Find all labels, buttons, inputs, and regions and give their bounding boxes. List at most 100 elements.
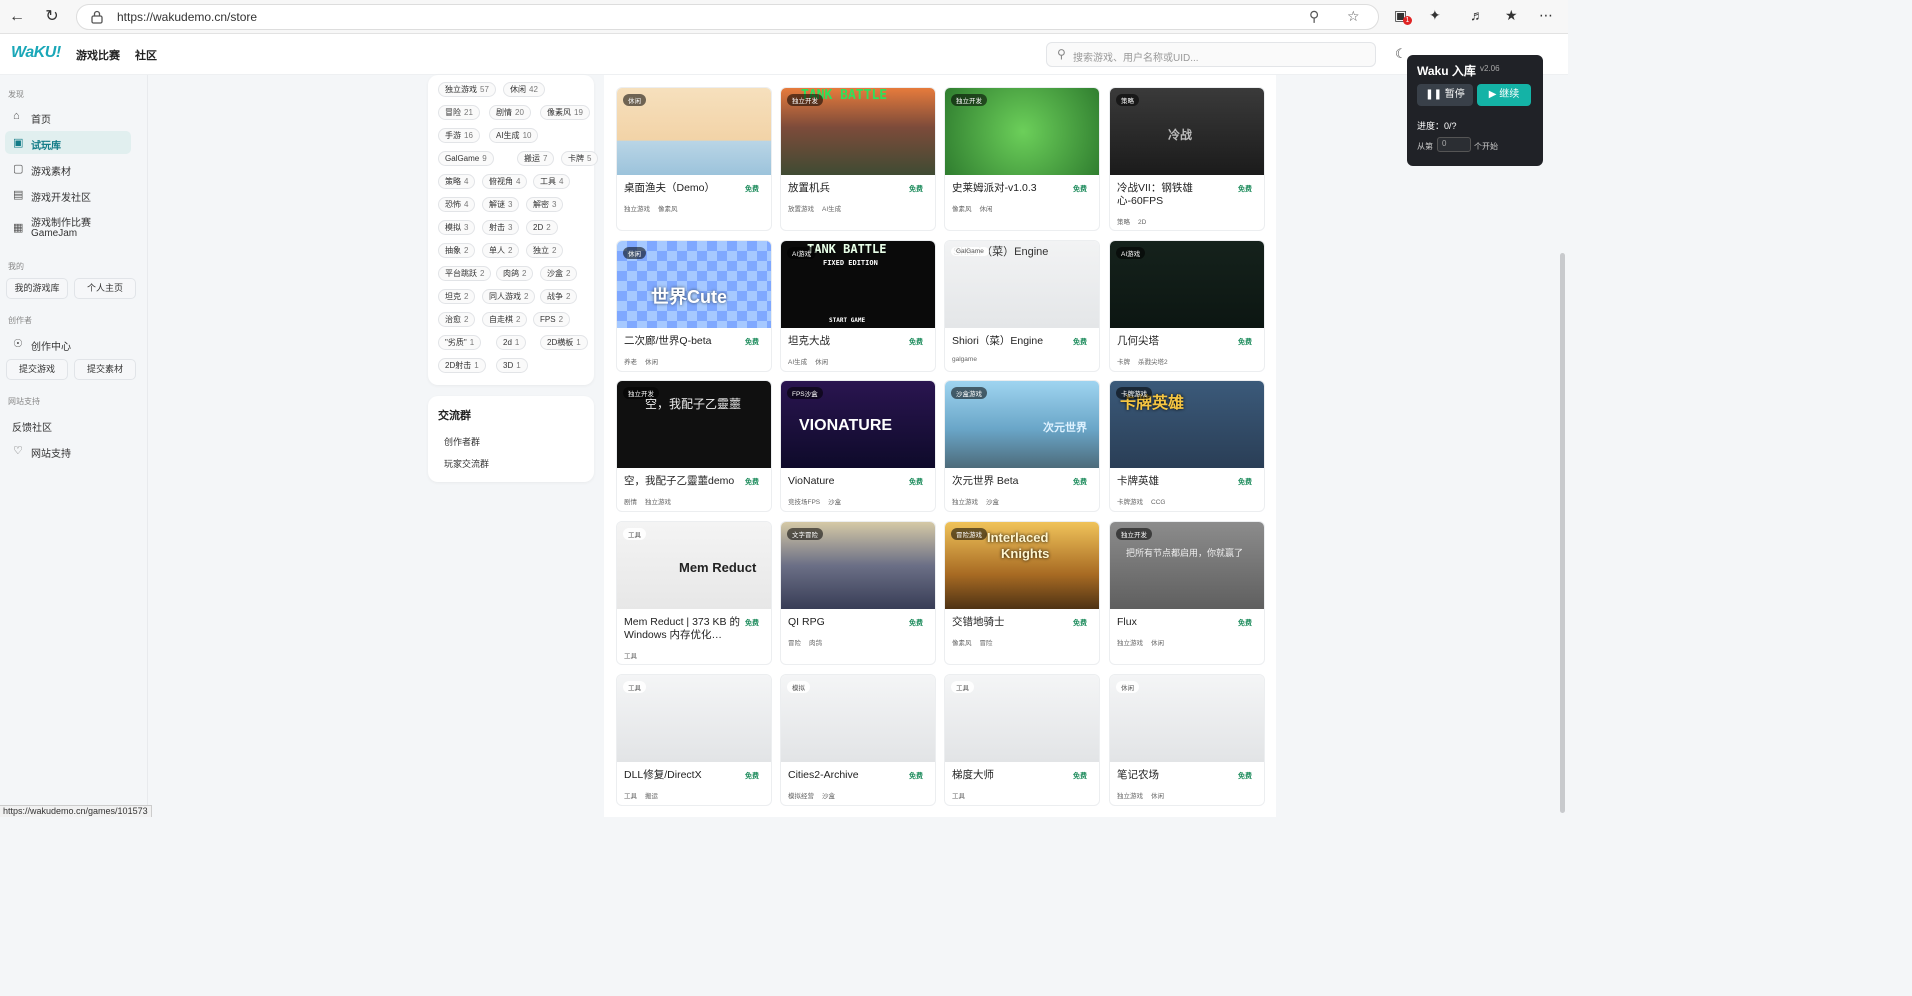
game-thumbnail[interactable]: Shiori（菜）Engine GalGame [945,241,1099,328]
search-input[interactable]: ⚲ 搜索游戏、用户名称或UID... [1046,42,1376,67]
tag-filter[interactable]: 单人 2 [482,243,520,258]
puzzle-extension-icon[interactable]: ✦ [1429,7,1441,24]
creator-group-link[interactable]: 创作者群 [444,435,480,448]
game-title[interactable]: 桌面渔夫（Demo） [624,182,742,195]
game-card[interactable]: TANK BATTLE 独立开发 放置机兵 免费 放置游戏 AI生成 [780,87,936,231]
game-card[interactable]: TANK BATTLE FIXED EDITION START GAME AI游戏坦克… [780,240,936,372]
game-thumbnail[interactable]: 模拟 [781,675,935,762]
tag-filter[interactable]: 手游 16 [438,128,480,143]
game-card[interactable]: Mem Reduct 工具 Mem Reduct | 373 KB 的 Window… [616,521,772,665]
game-tag[interactable]: 剧情 [624,499,637,506]
game-title[interactable]: Cities2-Archive [788,769,906,782]
tag-filter[interactable]: 休闲 42 [503,82,545,97]
resume-button[interactable]: ▶ 继续 [1477,84,1531,106]
game-thumbnail[interactable]: 次元世界 沙盒游戏 [945,381,1099,468]
sidebar-item-creator-center[interactable]: ☉ 创作中心 [5,332,131,355]
game-title[interactable]: DLL修复/DirectX [624,769,742,782]
tag-filter[interactable]: 2D 2 [526,220,558,235]
tag-filter[interactable]: 恐怖 4 [438,197,476,212]
game-card[interactable]: 工具 梯度大师 免费 工具 [944,674,1100,806]
tag-filter[interactable]: 射击 3 [482,220,520,235]
game-tag[interactable]: 沙盒 [828,499,841,506]
game-tag[interactable]: 休闲 [1151,640,1164,647]
game-tag[interactable]: 卡牌游戏 [1117,499,1143,506]
game-card[interactable]: 独立开发 史莱姆派对-v1.0.3 免费 像素风 休闲 [944,87,1100,231]
game-tag[interactable]: 竞技场FPS [788,499,820,506]
game-tag[interactable]: 沙盒 [986,499,999,506]
game-title[interactable]: 次元世界 Beta [952,475,1070,488]
game-card[interactable]: 休闲 笔记农场 免费 独立游戏 休闲 [1109,674,1265,806]
tag-filter[interactable]: 平台跳跃 2 [438,266,492,281]
game-tag[interactable]: 杀戮尖塔2 [1138,359,1168,366]
game-tag[interactable]: 独立游戏 [645,499,671,506]
game-thumbnail[interactable]: TANK BATTLE 独立开发 [781,88,935,175]
tag-filter[interactable]: 肉鸽 2 [496,266,534,281]
game-tag[interactable]: 独立游戏 [1117,640,1143,647]
tag-filter[interactable]: 2D射击 1 [438,358,486,373]
tag-filter[interactable]: 战争 2 [540,289,578,304]
game-card[interactable]: Shiori（菜）Engine GalGame Shiori（菜）Engine 免费 g… [944,240,1100,372]
tag-filter[interactable]: 自走棋 2 [482,312,528,327]
tag-filter[interactable]: 独立 2 [526,243,564,258]
game-tag[interactable]: 工具 [624,793,637,800]
profile-button[interactable]: 个人主页 [74,278,136,299]
waku-logo[interactable]: WaKU! [11,44,61,62]
game-thumbnail[interactable]: 独立开发 [945,88,1099,175]
page-scrollbar[interactable] [1557,75,1568,817]
tag-filter[interactable]: 工具 4 [533,174,571,189]
game-tag[interactable]: 肉鸽 [809,640,822,647]
game-card[interactable]: 次元世界 沙盒游戏 次元世界 Beta 免费 独立游戏 沙盒 [944,380,1100,512]
game-thumbnail[interactable]: 世界Cute 休闲 [617,241,771,328]
game-title[interactable]: 几何尖塔 [1117,335,1235,348]
game-tag[interactable]: 像素风 [952,206,972,213]
back-icon[interactable]: ← [6,6,28,28]
game-title[interactable]: Flux [1117,616,1235,629]
tag-filter[interactable]: 冒险 21 [438,105,480,120]
game-thumbnail[interactable]: 休闲 [1110,675,1264,762]
tag-filter[interactable]: 解密 3 [526,197,564,212]
tag-filter[interactable]: 像素风 19 [540,105,590,120]
scrollbar-thumb[interactable] [1560,253,1565,813]
game-title[interactable]: 笔记农场 [1117,769,1235,782]
game-thumbnail[interactable]: 工具 [945,675,1099,762]
game-tag[interactable]: 冒险 [788,640,801,647]
game-tag[interactable]: 工具 [952,793,965,800]
game-thumbnail[interactable]: Mem Reduct 工具 [617,522,771,609]
favorites-icon[interactable]: ★ [1505,7,1518,24]
game-title[interactable]: 放置机兵 [788,182,906,195]
game-tag[interactable]: 像素风 [952,640,972,647]
game-thumbnail[interactable]: 卡牌英雄 卡牌游戏 [1110,381,1264,468]
theme-toggle-icon[interactable]: ☾ [1395,46,1407,62]
game-title[interactable]: 二次廊/世界Q-beta [624,335,742,348]
game-title[interactable]: 坦克大战 [788,335,906,348]
game-title[interactable]: 卡牌英雄 [1117,475,1235,488]
tag-filter[interactable]: 策略 4 [438,174,476,189]
zoom-icon[interactable]: ⚲ [1309,8,1319,25]
sidebar-item-home[interactable]: ⌂ 首页 [5,105,131,128]
game-thumbnail[interactable]: TANK BATTLE FIXED EDITION START GAME AI游戏 [781,241,935,328]
game-thumbnail[interactable]: 文字冒险 [781,522,935,609]
game-thumbnail[interactable]: 空，我配子乙靈蘁 独立开发 [617,381,771,468]
game-tag[interactable]: 独立游戏 [624,206,650,213]
reload-icon[interactable]: ↻ [41,6,63,28]
sidebar-item-site-support[interactable]: ♡ 网站支持 [5,439,131,462]
game-card[interactable]: AI游戏 几何尖塔 免费 卡牌 杀戮尖塔2 [1109,240,1265,372]
game-card[interactable]: 空，我配子乙靈蘁 独立开发 空，我配子乙靈蘁demo 免费 剧情 独立游戏 [616,380,772,512]
game-thumbnail[interactable]: 把所有节点都启用，你就赢了 独立开发 [1110,522,1264,609]
lock-icon[interactable] [91,10,103,24]
sidebar-item-dev-community[interactable]: ▤ 游戏开发社区 [5,183,131,206]
game-tag[interactable]: 模拟经营 [788,793,814,800]
game-card[interactable]: 把所有节点都启用，你就赢了 独立开发 Flux 免费 独立游戏 休闲 [1109,521,1265,665]
sidebar-item-feedback[interactable]: 反馈社区 [5,413,131,436]
game-card[interactable]: 工具 DLL修复/DirectX 免费 工具 搬运 [616,674,772,806]
tag-filter[interactable]: 抽象 2 [438,243,476,258]
sidebar-item-library[interactable]: ▣ 试玩库 [5,131,131,154]
reading-icon[interactable]: ♬ [1470,7,1484,23]
game-title[interactable]: 冷战VII：钢铁雄心-60FPS [1117,182,1235,208]
tag-filter[interactable]: 治愈 2 [438,312,476,327]
game-title[interactable]: 史莱姆派对-v1.0.3 [952,182,1070,195]
start-index-input[interactable]: 0 [1437,137,1471,152]
game-card[interactable]: 卡牌英雄 卡牌游戏 卡牌英雄 免费 卡牌游戏 CCG [1109,380,1265,512]
game-thumbnail[interactable]: Interlaced Knights 冒险游戏 [945,522,1099,609]
submit-asset-button[interactable]: 提交素材 [74,359,136,380]
